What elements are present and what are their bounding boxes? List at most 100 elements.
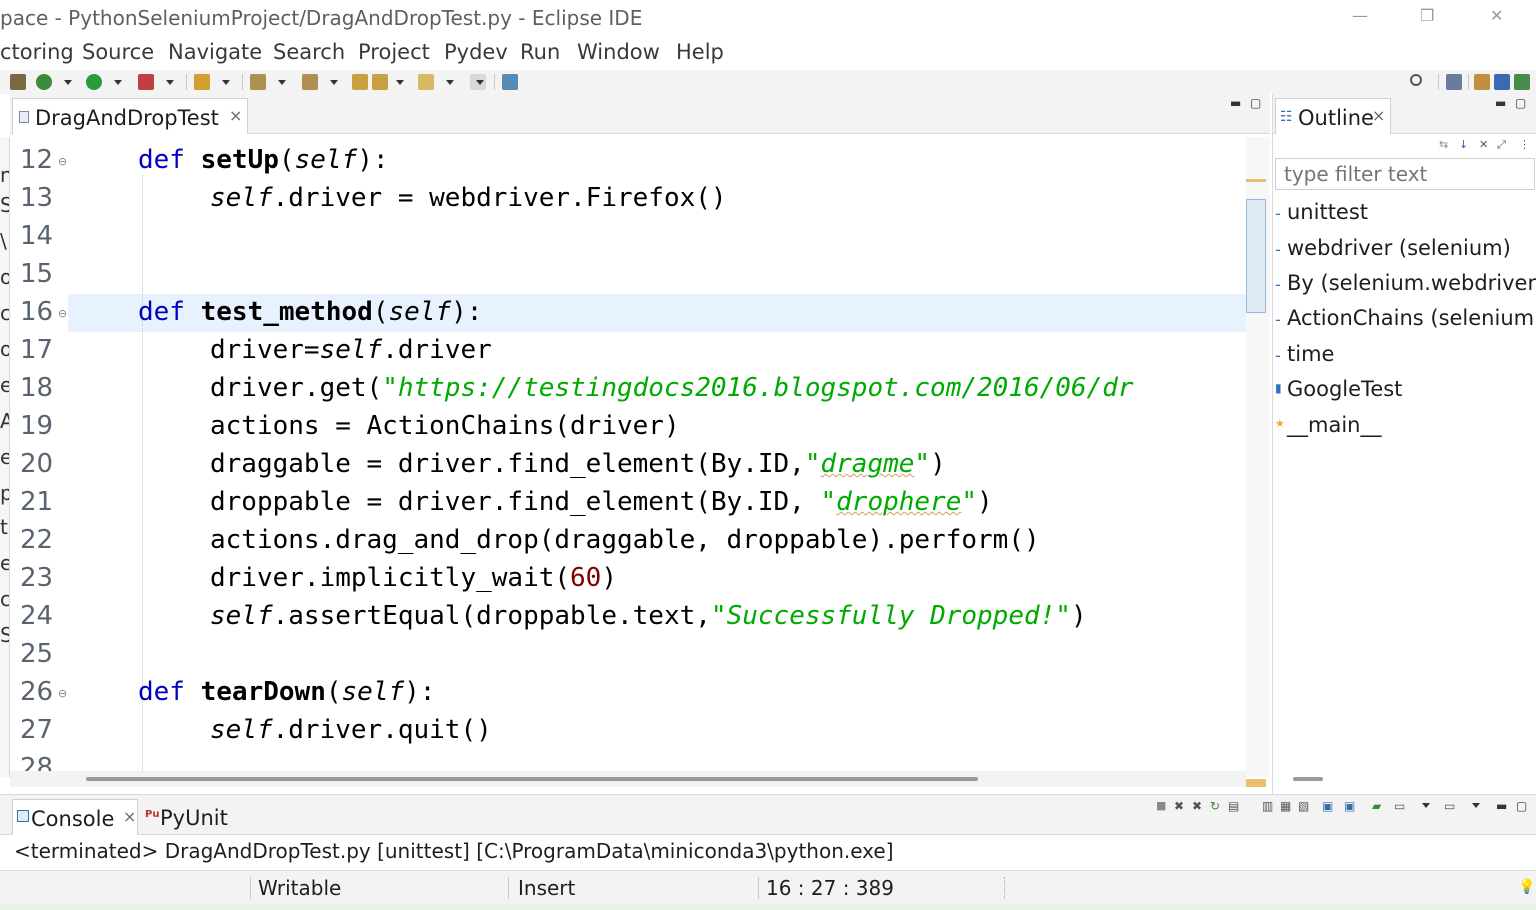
expand-all-icon[interactable]: ⤢: [1497, 138, 1506, 152]
code-line[interactable]: 23 driver.implicitly_wait(60): [10, 559, 1246, 597]
pydev-perspective-icon[interactable]: [1494, 74, 1510, 90]
sort-icon[interactable]: ↓: [1459, 138, 1468, 151]
view-menu-icon[interactable]: ▭: [1444, 799, 1455, 813]
chevron-down-icon[interactable]: [278, 80, 286, 85]
next-annotation-icon[interactable]: [250, 74, 266, 90]
remove-launch-icon[interactable]: ✖: [1174, 799, 1184, 813]
outline-horizontal-scroll-thumb[interactable]: [1293, 777, 1323, 781]
menu-navigate[interactable]: Navigate: [168, 40, 262, 64]
horizontal-scroll-thumb[interactable]: [86, 777, 978, 781]
remove-all-icon[interactable]: ✖: [1192, 799, 1202, 813]
scroll-lock-icon[interactable]: ▥: [1262, 799, 1273, 813]
menu-run[interactable]: Run: [520, 40, 560, 64]
new-console-icon[interactable]: ▭: [1394, 799, 1405, 813]
outline-item[interactable]: - webdriver (selenium): [1273, 234, 1536, 268]
chevron-down-icon[interactable]: [396, 80, 404, 85]
menu-window[interactable]: Window: [577, 40, 660, 64]
annotate-icon[interactable]: [194, 74, 210, 90]
pin-console-icon[interactable]: ▣: [1322, 799, 1333, 813]
menu-source[interactable]: Source: [82, 40, 154, 64]
fold-icon[interactable]: ⊖: [58, 687, 67, 700]
back-icon[interactable]: [372, 74, 388, 90]
editor-tab-draganddroptest[interactable]: DragAndDropTest ×: [12, 98, 248, 134]
minimize-panel-icon[interactable]: ▬: [1496, 799, 1507, 813]
maximize-panel-icon[interactable]: ▢: [1250, 96, 1261, 110]
code-line[interactable]: 27 self.driver.quit(): [10, 711, 1246, 749]
chevron-down-icon[interactable]: [476, 80, 484, 85]
code-line[interactable]: 25: [10, 635, 1246, 673]
relaunch-icon[interactable]: ↻: [1210, 799, 1220, 813]
view-menu-icon[interactable]: ⋮: [1519, 138, 1530, 151]
code-line[interactable]: 26 ⊖ def tearDown(self):: [10, 673, 1246, 711]
terminate-icon[interactable]: ■: [1156, 799, 1166, 812]
code-line[interactable]: 21 droppable = driver.find_element(By.ID…: [10, 483, 1246, 521]
debug-perspective-icon[interactable]: [1514, 74, 1530, 90]
maximize-panel-icon[interactable]: ▢: [1516, 799, 1527, 813]
annotation-marker[interactable]: [1246, 179, 1266, 182]
menu-help[interactable]: Help: [676, 40, 724, 64]
status-cursor-position[interactable]: 16 : 27 : 389: [766, 876, 894, 900]
minimize-icon[interactable]: —: [1352, 6, 1368, 25]
tab-outline[interactable]: ☷ Outline ×: [1275, 98, 1391, 134]
code-line[interactable]: 12 ⊖ def setUp(self):: [10, 141, 1246, 179]
outline-item[interactable]: ▮ GoogleTest: [1273, 375, 1536, 409]
outline-item[interactable]: ★ __main__: [1273, 411, 1536, 445]
minimize-panel-icon[interactable]: ▬: [1495, 96, 1506, 110]
code-line[interactable]: 18 driver.get("https://testingdocs2016.b…: [10, 369, 1246, 407]
collapse-all-icon[interactable]: ✕: [1479, 138, 1488, 151]
outline-item[interactable]: - ActionChains (selenium.: [1273, 304, 1536, 338]
run-icon[interactable]: [86, 74, 102, 90]
status-insert-mode[interactable]: Insert: [518, 876, 575, 900]
link-editor-icon[interactable]: ⇆: [1439, 138, 1448, 151]
external-tools-icon[interactable]: [138, 74, 154, 90]
code-line[interactable]: 22 actions.drag_and_drop(draggable, drop…: [10, 521, 1246, 559]
chevron-down-icon[interactable]: [330, 80, 338, 85]
console-output[interactable]: <terminated> DragAndDropTest.py [unittes…: [14, 839, 894, 863]
word-wrap-icon[interactable]: ▦: [1280, 799, 1291, 813]
code-editor[interactable]: 12 ⊖ def setUp(self): 13 self.driver = w…: [10, 137, 1246, 771]
code-line[interactable]: 17 driver=self.driver: [10, 331, 1246, 369]
search-icon[interactable]: [1410, 74, 1422, 86]
close-tab-icon[interactable]: ×: [1372, 106, 1385, 125]
last-edit-icon[interactable]: [352, 74, 368, 90]
menu-refactoring[interactable]: ctoring: [0, 40, 74, 64]
close-tab-icon[interactable]: ×: [123, 807, 136, 826]
restore-icon[interactable]: ❐: [1420, 6, 1434, 25]
code-line[interactable]: 14: [10, 217, 1246, 255]
editor-vertical-scrollbar[interactable]: [1246, 137, 1270, 787]
code-line[interactable]: 24 self.assertEqual(droppable.text,"Succ…: [10, 597, 1246, 635]
code-line[interactable]: 15: [10, 255, 1246, 293]
chevron-down-icon[interactable]: [64, 80, 72, 85]
outline-item[interactable]: - time: [1273, 340, 1536, 374]
editor-horizontal-scrollbar[interactable]: [10, 771, 1246, 787]
prev-annotation-icon[interactable]: [302, 74, 318, 90]
display-console-icon[interactable]: ▣: [1344, 799, 1355, 813]
open-console-icon[interactable]: [502, 74, 518, 90]
open-console-icon[interactable]: ▰: [1372, 799, 1381, 813]
annotation-marker[interactable]: [1246, 779, 1266, 787]
menu-project[interactable]: Project: [358, 40, 430, 64]
menu-search[interactable]: Search: [273, 40, 345, 64]
minimize-panel-icon[interactable]: ▬: [1230, 96, 1241, 110]
chevron-down-icon[interactable]: [446, 80, 454, 85]
tab-console[interactable]: Console ×: [12, 799, 138, 835]
fold-icon[interactable]: ⊖: [58, 307, 67, 320]
forward-icon[interactable]: [418, 74, 434, 90]
outline-item[interactable]: - unittest: [1273, 198, 1536, 232]
close-tab-icon[interactable]: ×: [229, 106, 242, 125]
vertical-scroll-thumb[interactable]: [1246, 199, 1266, 313]
code-line[interactable]: 16 ⊖ def test_method(self):: [10, 293, 1246, 331]
debug-icon[interactable]: [36, 74, 52, 90]
fold-icon[interactable]: ⊖: [58, 155, 67, 168]
java-perspective-icon[interactable]: [1474, 74, 1490, 90]
code-line[interactable]: 13 self.driver = webdriver.Firefox(): [10, 179, 1246, 217]
chevron-down-icon[interactable]: [1472, 803, 1480, 808]
code-line[interactable]: 20 draggable = driver.find_element(By.ID…: [10, 445, 1246, 483]
outline-item[interactable]: - By (selenium.webdriver.c: [1273, 269, 1536, 303]
maximize-panel-icon[interactable]: ▢: [1515, 96, 1526, 110]
open-perspective-icon[interactable]: [1446, 74, 1462, 90]
outline-filter-input[interactable]: [1275, 158, 1535, 190]
menu-pydev[interactable]: Pydev: [444, 40, 508, 64]
chevron-down-icon[interactable]: [166, 80, 174, 85]
clear-console-icon[interactable]: ▤: [1228, 799, 1239, 813]
